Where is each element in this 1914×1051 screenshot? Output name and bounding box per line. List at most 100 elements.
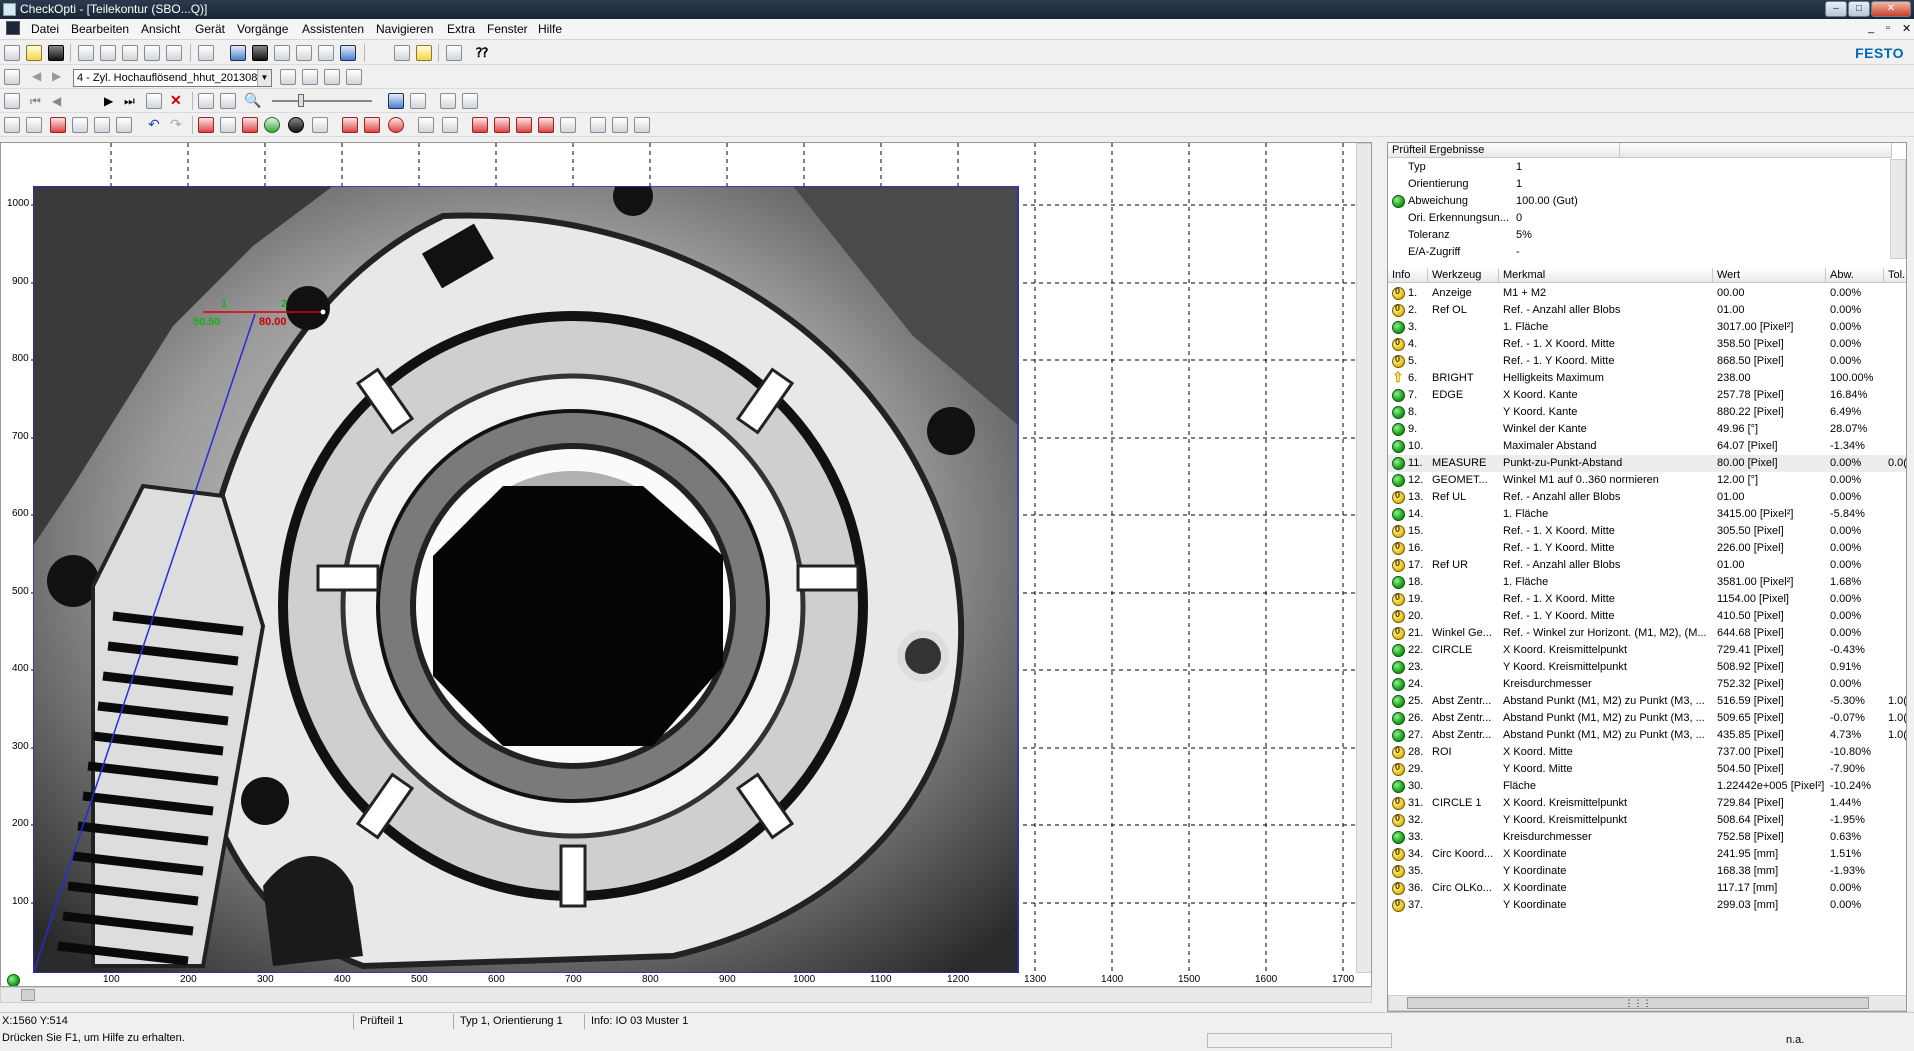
table-row[interactable]: 16. Ref. - 1. Y Koord. Mitte 226.00 [Pixel… [1388,540,1906,557]
fh-icon[interactable] [516,117,532,133]
program-settings-icon[interactable] [346,69,362,85]
table-row[interactable]: 35. Y Koordinate 168.38 [mm] -1.93% [1388,863,1906,880]
minimize-button[interactable]: – [1825,1,1847,17]
camera-image[interactable]: 1 2 50.50 80.00 [33,186,1019,974]
table-icon[interactable] [318,45,334,61]
zoom-slider-handle[interactable] [298,94,304,107]
menu-fenster[interactable]: Fenster [487,22,528,36]
crosshair-icon[interactable] [440,93,456,109]
results-scroll-thumb[interactable]: ⋮⋮⋮ [1407,997,1869,1009]
tools-icon[interactable] [446,45,462,61]
results-horizontal-scrollbar[interactable]: ⋮⋮⋮ [1388,995,1906,1011]
table-row[interactable]: 13. Ref UL Ref. - Anzahl aller Blobs 01.00 0… [1388,489,1906,506]
export-icon[interactable] [146,93,162,109]
col-abw[interactable]: Abw. [1826,268,1884,283]
monitor-icon[interactable] [394,45,410,61]
col-tol[interactable]: Tol. [1884,268,1906,283]
frame-icon[interactable] [312,117,328,133]
col-wert[interactable]: Wert [1713,268,1826,283]
tree-delete-icon[interactable] [166,45,182,61]
paste-icon[interactable] [26,117,42,133]
angle-icon[interactable] [538,117,554,133]
summary-row[interactable]: Toleranz 5% [1388,227,1888,244]
table-row[interactable]: 33. Kreisdurchmesser 752.58 [Pixel] 0.63% [1388,829,1906,846]
table-row[interactable]: 32. Y Koord. Kreismittelpunkt 508.64 [Pixe… [1388,812,1906,829]
menu-datei[interactable]: Datei [31,22,59,36]
zoom-slider[interactable] [272,100,372,102]
lines-icon[interactable] [94,117,110,133]
table-row[interactable]: 22. CIRCLE X Koord. Kreismittelpunkt 729.41… [1388,642,1906,659]
mdi-close-button[interactable]: ✕ [1902,22,1911,35]
barcode-icon[interactable] [590,117,606,133]
circle-green-icon[interactable] [264,117,280,133]
table-row[interactable]: 6. BRIGHT Helligkeits Maximum 238.00 100.00% [1388,369,1906,387]
grid-icon[interactable] [274,45,290,61]
view-2-icon[interactable] [252,45,268,61]
table-row[interactable]: 29. Y Koord. Mitte 504.50 [Pixel] -7.90% [1388,761,1906,778]
maximize-button[interactable]: □ [1848,1,1870,17]
col-info[interactable]: Info [1388,268,1428,283]
cancel-icon[interactable]: ✕ [170,92,182,109]
save-icon[interactable] [48,45,64,61]
target-icon[interactable] [388,117,404,133]
menu-assistenten[interactable]: Assistenten [302,22,364,36]
wave-icon[interactable] [72,117,88,133]
table-row[interactable]: 30. Fläche 1.22442e+005 [Pixel²] -10.24% [1388,778,1906,795]
edge-icon[interactable] [342,117,358,133]
table-row[interactable]: 37. Y Koordinate 299.03 [mm] 0.00% [1388,897,1906,914]
image-horizontal-scrollbar[interactable] [0,987,1372,1003]
image-scroll-thumb[interactable] [21,989,35,1001]
table-row[interactable]: 31. CIRCLE 1 X Koord. Kreismittelpunkt 729.… [1388,795,1906,812]
table-row[interactable]: 10. Maximaler Abstand 64.07 [Pixel] -1.34% [1388,438,1906,455]
ocr-icon[interactable] [634,117,650,133]
table-row[interactable]: 23. Y Koord. Kreismittelpunkt 508.92 [Pixe… [1388,659,1906,676]
paste-program-icon[interactable] [302,69,318,85]
tree-insert-icon[interactable] [100,45,116,61]
datacode-icon[interactable] [612,117,628,133]
col-merkmal[interactable]: Merkmal [1499,268,1713,283]
summary-row[interactable]: Abweichung 100.00 (Gut) [1388,193,1888,210]
table-row[interactable]: 5. Ref. - 1. Y Koord. Mitte 868.50 [Pixel]… [1388,353,1906,370]
table-row[interactable]: 17. Ref UR Ref. - Anzahl aller Blobs 01.00 0… [1388,557,1906,574]
image-icon[interactable] [296,45,312,61]
tool-icon[interactable] [4,93,20,109]
chart-icon[interactable] [220,93,236,109]
mdi-minimize-button[interactable]: _ [1868,22,1874,34]
crosshair2-icon[interactable] [462,93,478,109]
mm-icon[interactable] [472,117,488,133]
table-row[interactable]: 34. Circ Koord... X Koordinate 241.95 [mm] 1… [1388,846,1906,863]
menu-hilfe[interactable]: Hilfe [538,22,562,36]
close-button[interactable]: ✕ [1871,1,1911,17]
window-icon[interactable] [340,45,356,61]
table-row[interactable]: 25. Abst Zentr... Abstand Punkt (M1, M2) z… [1388,693,1906,710]
cut-icon[interactable] [50,117,66,133]
table-row[interactable]: 19. Ref. - 1. X Koord. Mitte 1154.00 [Pixe… [1388,591,1906,608]
table-row[interactable]: 15. Ref. - 1. X Koord. Mitte 305.50 [Pixel… [1388,523,1906,540]
col-werkzeug[interactable]: Werkzeug [1428,268,1499,283]
menu-vorgaenge[interactable]: Vorgänge [237,22,288,36]
zoom-fit-icon[interactable] [410,93,426,109]
summary-row[interactable]: Typ 1 [1388,159,1888,176]
tree-add-icon[interactable] [78,45,94,61]
menu-extra[interactable]: Extra [447,22,475,36]
table-row[interactable]: 24. Kreisdurchmesser 752.32 [Pixel] 0.00% [1388,676,1906,693]
play-icon[interactable]: ▶ [104,94,113,108]
delete-program-icon[interactable] [324,69,340,85]
table-row[interactable]: 18. 1. Fläche 3581.00 [Pixel²] 1.68% [1388,574,1906,591]
tree-remove-icon[interactable] [144,45,160,61]
fit-view-icon[interactable] [388,93,404,109]
menu-navigieren[interactable]: Navigieren [376,22,433,36]
marker-icon[interactable] [220,117,236,133]
mdi-restore-button[interactable]: ▫ [1886,22,1890,34]
table-row[interactable]: 36. Circ OLKo... X Koordinate 117.17 [mm] 0.… [1388,880,1906,897]
copy-program-icon[interactable] [280,69,296,85]
redo-icon[interactable]: ↷ [170,116,182,133]
table-row[interactable]: 21. Winkel Ge... Ref. - Winkel zur Horizon… [1388,625,1906,642]
summary-scrollbar[interactable] [1890,159,1906,259]
zoom-icon[interactable]: 🔍 [244,92,261,109]
context-help-icon[interactable]: ⁇ [476,45,488,61]
probe-icon[interactable] [418,117,434,133]
distance-icon[interactable] [494,117,510,133]
roi-icon[interactable] [198,117,214,133]
table-row[interactable]: 4. Ref. - 1. X Koord. Mitte 358.50 [Pixel]… [1388,336,1906,353]
